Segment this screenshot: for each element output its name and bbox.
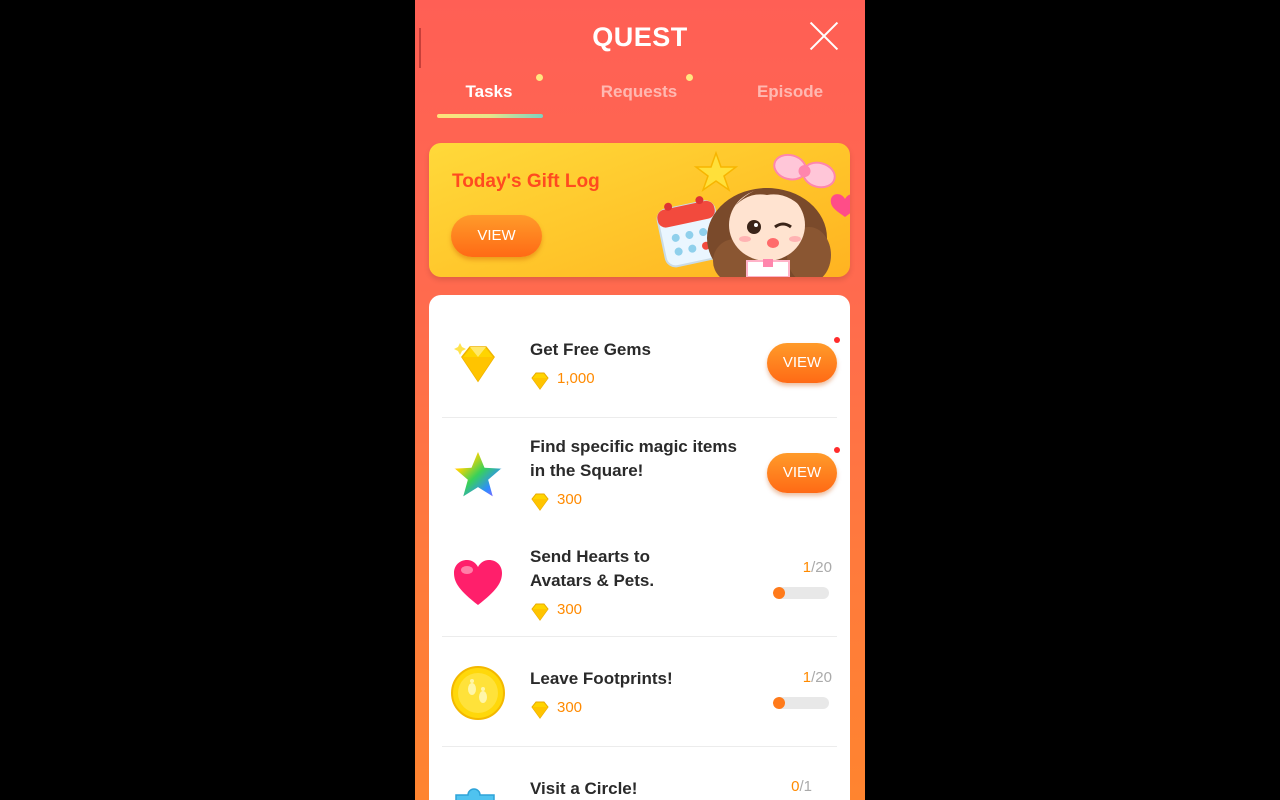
tab-tasks[interactable]: Tasks — [429, 74, 549, 102]
gem-icon — [531, 603, 549, 621]
divider — [442, 417, 837, 418]
list-item: Find specific magic items in the Square!… — [442, 435, 840, 535]
close-icon[interactable] — [808, 20, 840, 52]
tab-tasks-label: Tasks — [465, 82, 513, 101]
task-reward-amount: 300 — [557, 491, 583, 508]
tab-episode-label: Episode — [756, 82, 824, 101]
progress-total: /20 — [811, 559, 832, 576]
progress-total: /20 — [811, 669, 832, 686]
task-view-button[interactable]: VIEW — [767, 343, 837, 383]
gem-icon — [531, 372, 549, 390]
task-name: Visit a Circle! — [530, 779, 638, 798]
quest-screen: QUEST Tasks Requests Episode Today's Gif… — [415, 0, 865, 800]
task-progress-count: 0/1 — [752, 778, 812, 795]
task-list: Get Free Gems 1,000 VIEW Find specific m… — [429, 295, 850, 800]
progress-total: /1 — [799, 778, 812, 795]
heart-icon — [454, 560, 502, 605]
list-item: Visit a Circle! 0/1 — [442, 765, 837, 800]
task-name: Get Free Gems — [530, 340, 651, 359]
rainbow-star-icon — [451, 448, 505, 500]
avatar-calendar-illustration — [656, 150, 850, 277]
task-view-button[interactable]: VIEW — [767, 453, 837, 493]
task-reward-amount: 1,000 — [557, 370, 595, 387]
diamond-gem-icon — [454, 343, 495, 383]
gift-log-banner: Today's Gift Log VIEW — [429, 143, 850, 277]
gift-log-view-button[interactable]: VIEW — [451, 215, 542, 257]
progress-current: 1 — [802, 669, 812, 686]
tab-requests-label: Requests — [600, 82, 678, 101]
task-progress-count: 1/20 — [772, 559, 832, 576]
task-reward-amount: 300 — [557, 601, 583, 618]
page-title: QUEST — [592, 22, 688, 52]
task-name: Find specific magic items in the Square! — [530, 437, 737, 480]
footprint-coin-icon — [451, 666, 505, 720]
new-indicator-dot — [834, 337, 840, 343]
progress-fill — [773, 587, 785, 599]
list-item: Get Free Gems 1,000 VIEW — [442, 327, 840, 417]
task-progress-bar — [773, 587, 829, 599]
circle-puzzle-icon — [455, 788, 495, 800]
new-indicator-dot — [834, 447, 840, 453]
tab-requests-notification-dot — [686, 74, 693, 81]
task-progress-count: 1/20 — [772, 669, 832, 686]
divider — [442, 636, 837, 637]
task-name: Leave Footprints! — [530, 669, 673, 688]
list-item: Leave Footprints! 300 1/20 — [442, 655, 837, 745]
task-reward-amount: 300 — [557, 699, 583, 716]
list-item: Send Hearts to Avatars & Pets. 300 1/20 — [442, 545, 837, 635]
divider — [442, 746, 837, 747]
gift-log-title: Today's Gift Log — [452, 171, 600, 192]
tab-requests[interactable]: Requests — [579, 74, 699, 102]
active-tab-indicator — [437, 114, 543, 118]
progress-current: 1 — [802, 559, 812, 576]
tab-episode[interactable]: Episode — [730, 82, 850, 102]
gem-icon — [531, 701, 549, 719]
task-progress-bar — [773, 697, 829, 709]
gem-icon — [531, 493, 549, 511]
tab-tasks-notification-dot — [536, 74, 543, 81]
task-name: Send Hearts to Avatars & Pets. — [530, 547, 655, 590]
progress-fill — [773, 697, 785, 709]
